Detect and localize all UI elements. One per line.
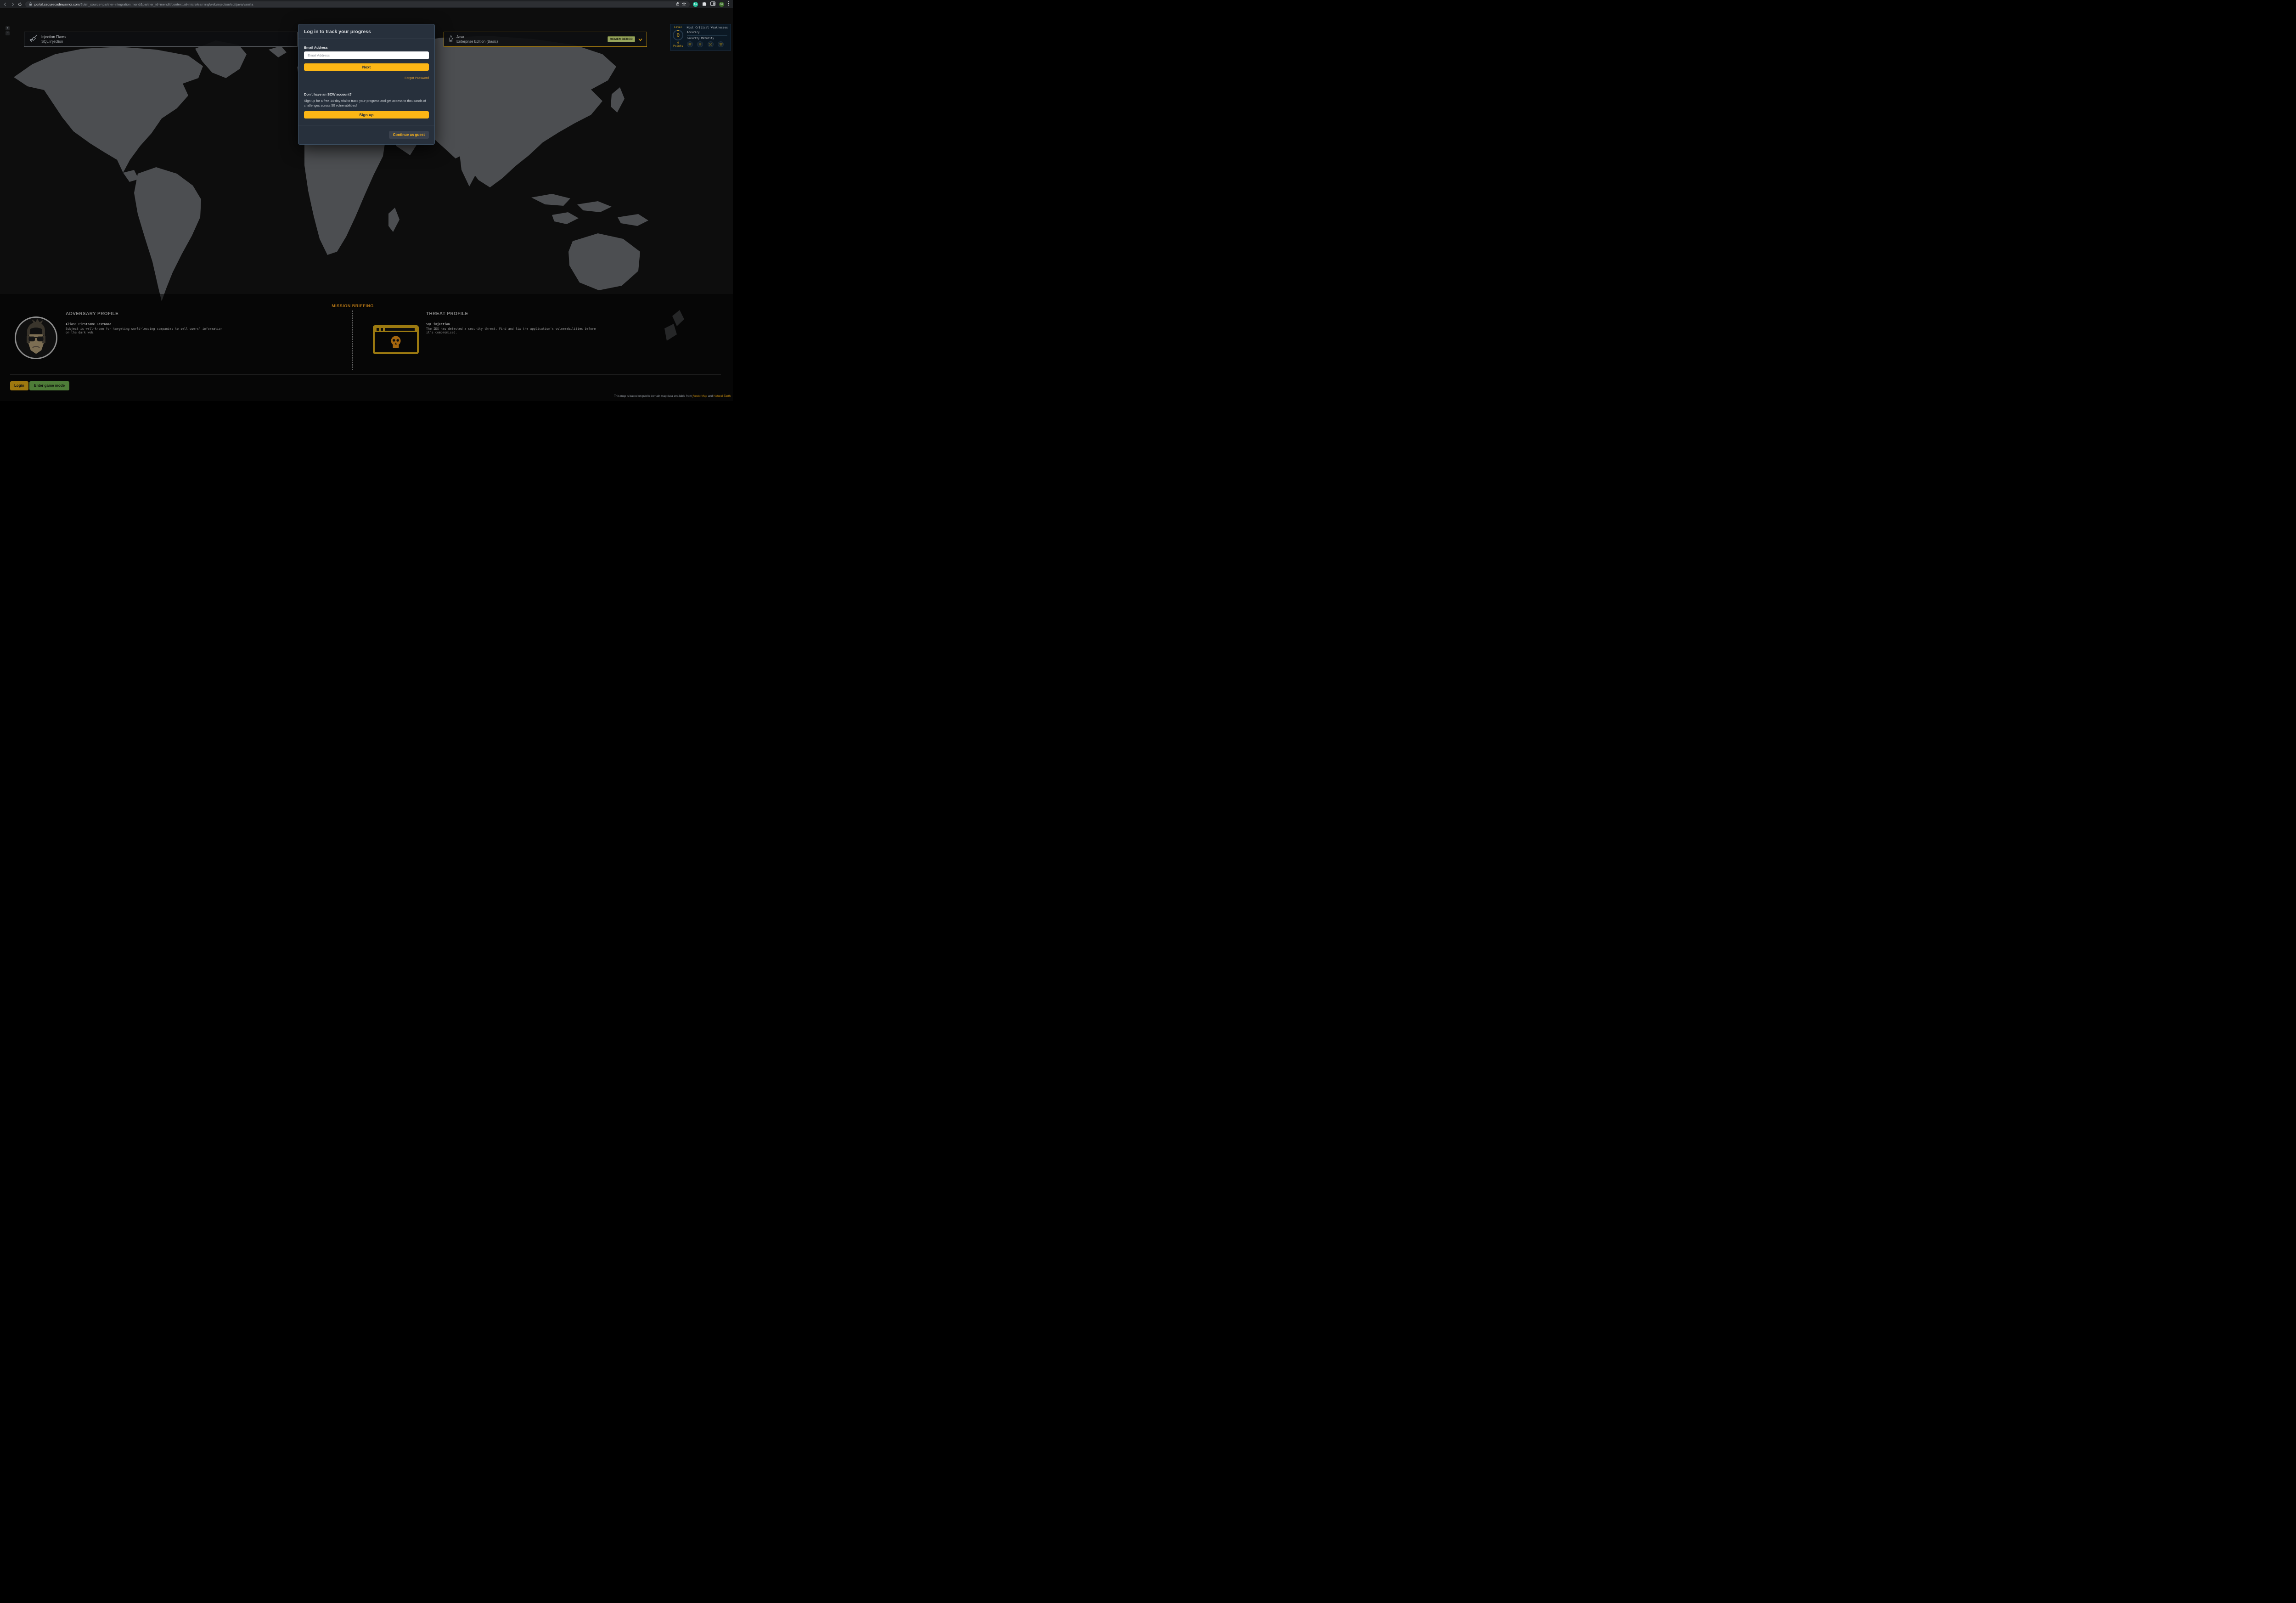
modal-title: Log in to track your progress — [304, 29, 429, 34]
adversary-alias: Alias: Firstname Lastname — [66, 322, 111, 326]
briefing-divider-dashed — [352, 310, 353, 370]
menu-dots-icon[interactable] — [728, 0, 730, 8]
modal-header: Log in to track your progress — [298, 24, 434, 39]
maturity-badges-row — [687, 41, 728, 47]
language-subtitle: Enterprise Edition (Basic) — [456, 40, 498, 44]
modal-footer: Continue as guest — [298, 125, 434, 144]
threat-skull-browser-icon — [373, 325, 419, 356]
email-label: Email Address — [304, 45, 429, 50]
tools-icon — [708, 41, 714, 47]
level-column: Level 0 0 Points — [670, 24, 686, 50]
address-bar[interactable]: portal.securecodewarrior.com/?utm_source… — [25, 1, 690, 7]
grammarly-extension-icon[interactable]: G — [693, 2, 698, 7]
level-ring-notch — [677, 30, 679, 31]
player-stats-panel: Level 0 0 Points Most Critical Weaknesse… — [670, 24, 731, 51]
accuracy-progress-bar — [687, 35, 727, 36]
map-zoom-out-button[interactable]: − — [6, 31, 10, 35]
forgot-password-link[interactable]: Forgot Password — [405, 77, 429, 80]
login-modal: Log in to track your progress Email Addr… — [298, 24, 435, 145]
jvectormap-link[interactable]: jVectorMap — [692, 395, 707, 398]
points-value: 0 — [677, 41, 679, 45]
url-domain: portal.securecodewarrior.com — [34, 2, 79, 6]
signup-text: Sign up for a free 14-day trial to track… — [304, 99, 429, 108]
weaknesses-column: Most Critical Weaknesses Accuracy Securi… — [686, 24, 731, 50]
category-title: Injection Flaws — [41, 35, 66, 40]
attribution-and: and — [707, 395, 714, 398]
next-button[interactable]: Next — [304, 63, 429, 71]
threat-profile-heading: THREAT PROFILE — [426, 311, 468, 316]
map-central-america — [123, 170, 139, 182]
map-attribution: This map is based on public domain map d… — [614, 395, 731, 398]
map-australia — [568, 233, 640, 290]
bookmark-star-icon[interactable] — [682, 0, 686, 8]
syringe-injection-icon — [29, 34, 38, 45]
vulnerability-category-box: Injection Flaws SQL injection — [24, 32, 298, 47]
map-indonesia-1 — [531, 194, 570, 206]
toolbar-right-icons: G C — [693, 0, 730, 8]
continue-as-guest-button[interactable]: Continue as guest — [389, 131, 429, 139]
threat-name: SQL injection — [426, 322, 450, 326]
level-value: 0 — [676, 32, 680, 38]
map-north-america — [14, 47, 203, 173]
portal-page: + − Injection Flaws SQL injection — [0, 8, 733, 401]
adversary-description: Subject is well-known for targeting worl… — [66, 327, 224, 334]
back-icon[interactable] — [3, 2, 7, 6]
lightbulb-icon — [697, 41, 703, 47]
map-madagascar — [388, 208, 400, 232]
screen: portal.securecodewarrior.com/?utm_source… — [0, 0, 733, 401]
weaknesses-title: Most Critical Weaknesses — [687, 26, 728, 29]
reload-icon[interactable] — [18, 2, 22, 6]
attribution-text: This map is based on public domain map d… — [614, 395, 692, 398]
forward-icon[interactable] — [11, 2, 15, 6]
graduation-cap-icon — [687, 41, 693, 47]
side-panel-icon[interactable] — [710, 0, 715, 8]
points-label: Points — [673, 45, 683, 48]
signup-heading: Don't have an SCW account? — [304, 92, 429, 96]
level-label: Level — [674, 26, 682, 29]
adversary-profile-heading: ADVERSARY PROFILE — [66, 311, 118, 316]
trophy-icon — [718, 41, 724, 47]
briefing-dim-overlay — [0, 294, 733, 401]
language-title: Java — [456, 35, 498, 40]
map-new-guinea — [618, 214, 648, 226]
map-zoom-in-button[interactable]: + — [6, 26, 10, 30]
adversary-avatar — [14, 316, 58, 360]
level-progress-ring: 0 — [673, 30, 683, 40]
java-cup-icon — [448, 35, 453, 44]
extensions-puzzle-icon[interactable] — [702, 0, 707, 8]
lock-icon — [29, 0, 32, 8]
chevron-down-icon[interactable] — [638, 35, 642, 44]
email-field[interactable] — [304, 51, 429, 59]
remembered-badge: REMEMBERED — [608, 36, 635, 42]
mission-briefing-title: MISSION BRIEFING — [332, 304, 374, 308]
category-subtitle: SQL injection — [41, 40, 66, 44]
threat-description: The IDS has detected a security threat. … — [426, 327, 601, 334]
accuracy-label: Accuracy — [687, 31, 728, 34]
maturity-label: Security Maturity — [687, 37, 728, 40]
share-icon[interactable] — [676, 0, 680, 8]
signup-button[interactable]: Sign up — [304, 111, 429, 119]
natural-earth-link[interactable]: Natural Earth — [714, 395, 731, 398]
map-japan — [611, 87, 625, 113]
login-button[interactable]: Login — [10, 381, 28, 390]
map-south-america — [134, 167, 201, 301]
language-selector-box[interactable]: Java Enterprise Edition (Basic) REMEMBER… — [444, 32, 647, 47]
url-path: /?utm_source=partner-integration:mend&pa… — [79, 2, 253, 6]
map-indonesia-2 — [577, 201, 612, 212]
url-text: portal.securecodewarrior.com/?utm_source… — [34, 2, 674, 6]
modal-body: Email Address Next Forgot Password Don't… — [298, 39, 434, 119]
profile-avatar[interactable]: C — [719, 2, 724, 7]
browser-toolbar: portal.securecodewarrior.com/?utm_source… — [0, 0, 733, 8]
enter-game-mode-button[interactable]: Enter game mode — [29, 381, 69, 390]
map-indonesia-3 — [552, 212, 579, 224]
map-iceland — [269, 46, 287, 57]
map-zoom-controls: + − — [6, 26, 10, 35]
